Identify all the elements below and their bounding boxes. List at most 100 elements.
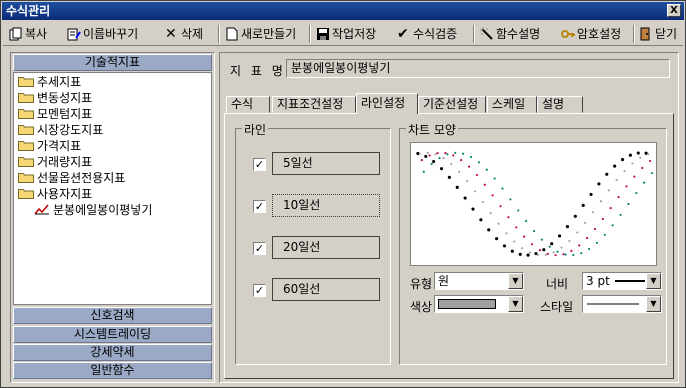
- verify-label: 수식검증: [413, 27, 458, 41]
- copy-button[interactable]: 복사: [9, 23, 47, 45]
- tree-folder-label: 추세지표: [37, 75, 82, 89]
- preview-dot: [479, 218, 483, 222]
- tree-folder-label: 가격지표: [37, 139, 82, 153]
- preview-dot: [570, 249, 573, 252]
- preview-dot: [518, 252, 522, 256]
- function-description-button[interactable]: 함수설명: [480, 23, 540, 45]
- type-label: 유형: [410, 277, 433, 291]
- new-button[interactable]: 새로만들기: [225, 23, 296, 45]
- line-20-checkbox[interactable]: ✓: [253, 242, 266, 255]
- tree-indicator-item[interactable]: 분봉에일봉이평넣기: [34, 203, 152, 218]
- line-style-sample: [587, 303, 639, 305]
- folder-icon: [18, 77, 34, 87]
- preview-dot: [562, 253, 565, 256]
- category-system-trading[interactable]: 시스템트레이딩: [13, 326, 212, 343]
- preview-dot: [428, 154, 431, 157]
- tree-folder-label: 사용자지표: [37, 187, 93, 201]
- tree-folder-item[interactable]: 가격지표: [18, 139, 81, 154]
- category-strength-weakness[interactable]: 강세약세: [13, 344, 212, 361]
- preview-dot: [460, 159, 463, 162]
- rename-label: 이름바꾸기: [83, 27, 139, 41]
- preview-dot: [501, 187, 504, 190]
- new-label: 새로만들기: [241, 27, 297, 41]
- tree-folder-label: 시장강도지표: [37, 123, 104, 137]
- preview-dot: [432, 159, 436, 164]
- line-60-button[interactable]: 60일선: [272, 278, 380, 301]
- preview-dot: [564, 253, 567, 256]
- preview-dot: [599, 200, 602, 203]
- function-description-label: 함수설명: [496, 27, 541, 41]
- magic-wand-icon: [480, 26, 493, 40]
- tree-folder-item[interactable]: 거래량지표: [18, 155, 92, 170]
- preview-dot: [438, 157, 441, 160]
- tab-line-settings[interactable]: 라인설정: [356, 93, 418, 114]
- preview-dot: [444, 152, 447, 155]
- width-value: 3 pt: [586, 274, 610, 288]
- preview-dot: [593, 227, 597, 231]
- category-technical-indicators[interactable]: 기술적지표: [13, 54, 212, 71]
- chevron-down-icon: ▼: [508, 273, 523, 289]
- close-window-button[interactable]: X: [667, 4, 681, 17]
- password-button[interactable]: 암호설정: [561, 23, 621, 45]
- preview-dot: [641, 166, 644, 170]
- preview-dot: [523, 235, 526, 238]
- preview-dot: [462, 152, 465, 155]
- preview-dot: [463, 196, 467, 200]
- key-icon: [561, 29, 575, 38]
- tab-indicator-conditions[interactable]: 지표조건설정: [272, 96, 356, 113]
- style-select[interactable]: ▼: [582, 295, 662, 313]
- tab-scale[interactable]: 스케일: [487, 96, 537, 113]
- preview-dot: [625, 185, 628, 188]
- line-10-button[interactable]: 10일선: [272, 194, 380, 217]
- indicator-name-field[interactable]: 분봉에일봉이평넣기: [286, 59, 670, 78]
- preview-dot: [628, 153, 632, 157]
- category-panel: 기술적지표 추세지표변동성지표 모멘텀지표 시장강도지표가격지표거래량지표 선물옵션전…: [10, 52, 215, 383]
- toolbar-separator: [633, 25, 635, 43]
- preview-dot: [619, 213, 622, 217]
- preview-dot: [515, 226, 518, 229]
- tree-folder-item[interactable]: 추세지표: [18, 75, 81, 90]
- tree-folder-item[interactable]: 사용자지표: [18, 187, 92, 202]
- preview-dot: [483, 183, 486, 186]
- category-signal-search[interactable]: 신호검색: [13, 307, 212, 324]
- width-select[interactable]: 3 pt ▼: [582, 272, 662, 290]
- tab-baseline-settings[interactable]: 기준선설정: [418, 96, 486, 113]
- preview-dot: [430, 162, 433, 166]
- preview-dot: [568, 239, 571, 243]
- preview-dot: [560, 246, 563, 249]
- tree-folder-item[interactable]: 선물옵션전용지표: [18, 171, 125, 186]
- preview-dot: [601, 217, 604, 221]
- category-general-functions[interactable]: 일반함수: [13, 362, 212, 379]
- preview-dot: [581, 203, 585, 207]
- line-5-checkbox[interactable]: ✓: [253, 158, 266, 171]
- preview-dot: [615, 179, 618, 182]
- color-select[interactable]: ▼: [434, 295, 524, 313]
- tree-folder-item[interactable]: 모멘텀지표: [18, 107, 92, 122]
- tab-description[interactable]: 설명: [537, 96, 583, 113]
- preview-dot: [550, 242, 554, 246]
- line-20-button[interactable]: 20일선: [272, 236, 380, 259]
- type-select[interactable]: 원 ▼: [434, 272, 524, 290]
- save-label: 작업저장: [332, 27, 377, 41]
- preview-dot: [525, 220, 528, 223]
- delete-button[interactable]: ✕ 삭제: [165, 23, 203, 45]
- preview-dot: [469, 155, 473, 159]
- tree-folder-item[interactable]: 시장강도지표: [18, 123, 103, 138]
- preview-dot: [420, 158, 423, 162]
- verify-button[interactable]: ✔ 수식검증: [397, 23, 457, 45]
- preview-dot: [439, 167, 444, 171]
- line-10-checkbox[interactable]: ✓: [253, 200, 266, 213]
- tab-formula[interactable]: 수식: [226, 96, 270, 113]
- preview-dot: [466, 179, 469, 183]
- close-button[interactable]: 닫기: [639, 23, 677, 45]
- preview-dot: [636, 151, 640, 155]
- tree-folder-item[interactable]: 변동성지표: [18, 91, 92, 106]
- line-60-checkbox[interactable]: ✓: [253, 284, 266, 297]
- preview-dot: [450, 162, 453, 166]
- folder-icon: [18, 109, 34, 119]
- preview-dot: [613, 164, 617, 168]
- preview-dot: [552, 251, 555, 254]
- line-5-button[interactable]: 5일선: [272, 152, 380, 175]
- rename-button[interactable]: 이름바꾸기: [67, 23, 138, 45]
- save-button[interactable]: 작업저장: [316, 23, 376, 45]
